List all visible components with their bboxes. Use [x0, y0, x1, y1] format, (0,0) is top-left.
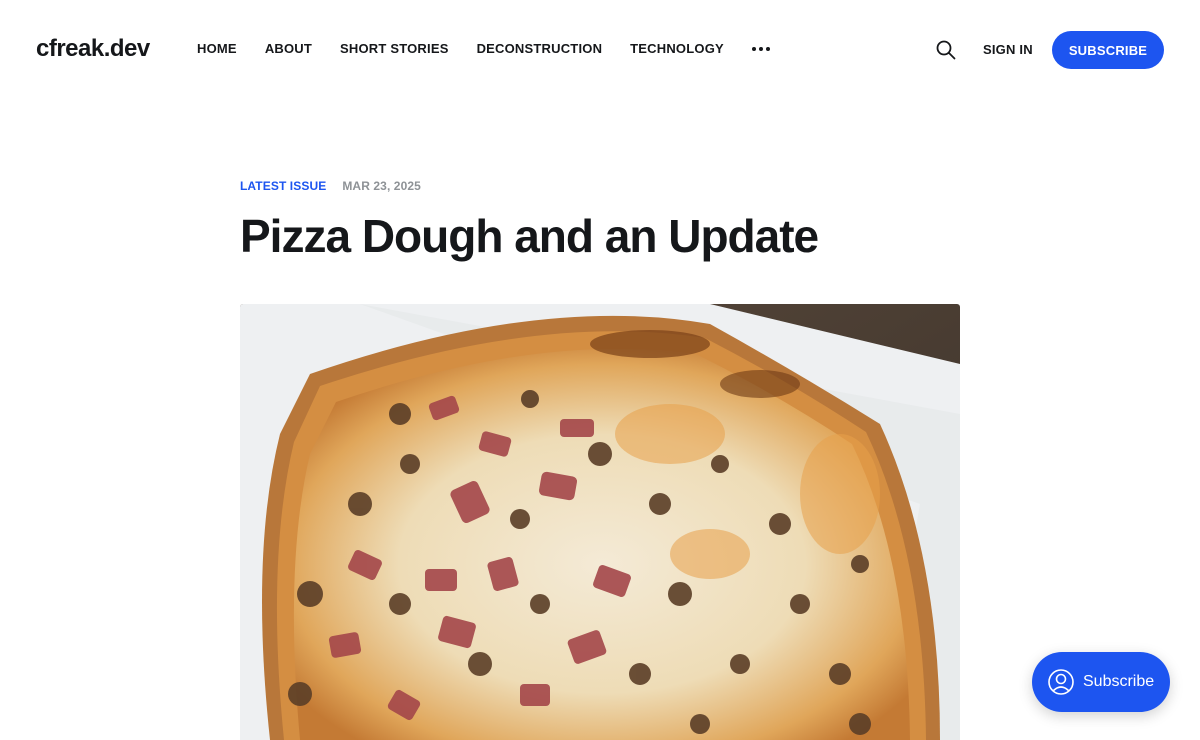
pizza-photo [240, 304, 960, 740]
user-circle-icon [1048, 669, 1074, 695]
search-icon[interactable] [935, 39, 957, 61]
nav-item-about[interactable]: ABOUT [265, 41, 312, 57]
nav-item-deconstruction[interactable]: DECONSTRUCTION [477, 41, 603, 57]
nav-item-technology[interactable]: TECHNOLOGY [630, 41, 724, 57]
site-header: cfreak.dev HOME ABOUT SHORT STORIES DECO… [0, 0, 1200, 100]
article-tag[interactable]: LATEST ISSUE [240, 179, 326, 193]
main-nav: HOME ABOUT SHORT STORIES DECONSTRUCTION … [197, 41, 770, 57]
portal-label: Subscribe [1083, 673, 1155, 690]
more-horizontal-icon[interactable] [751, 41, 770, 57]
feature-image [240, 304, 960, 740]
article-title: Pizza Dough and an Update [240, 210, 819, 262]
nav-item-home[interactable]: HOME [197, 41, 237, 57]
portal-subscribe-button[interactable]: Subscribe [1032, 652, 1170, 712]
article-date: MAR 23, 2025 [342, 179, 421, 193]
signin-link[interactable]: SIGN IN [983, 42, 1033, 57]
subscribe-button[interactable]: SUBSCRIBE [1052, 31, 1164, 69]
nav-item-short-stories[interactable]: SHORT STORIES [340, 41, 449, 57]
article-meta: LATEST ISSUE MAR 23, 2025 [240, 179, 421, 193]
site-logo[interactable]: cfreak.dev [36, 35, 150, 63]
